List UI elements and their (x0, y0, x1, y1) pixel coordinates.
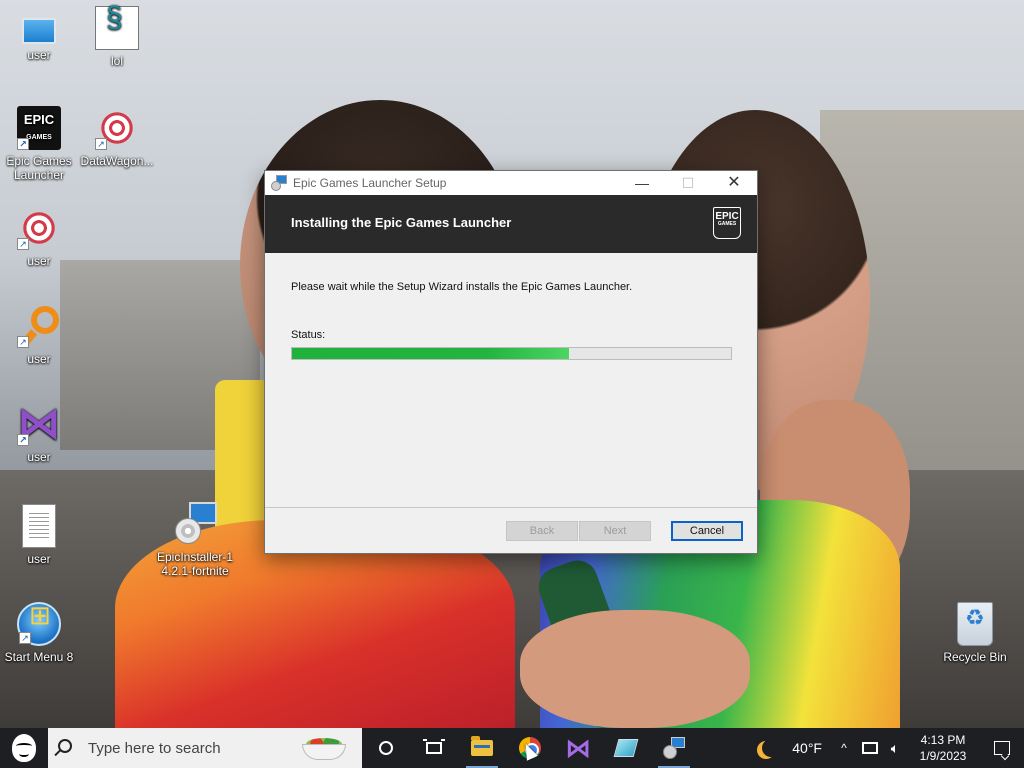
dialog-content: Please wait while the Setup Wizard insta… (265, 253, 757, 507)
desktop-icon-label: EpicInstaller-14.2.1-fortnite (156, 550, 234, 578)
desktop-icon-this-pc[interactable]: user (0, 10, 78, 62)
desktop-icon-label: Epic Games Launcher (6, 154, 72, 182)
start-button[interactable] (0, 728, 48, 768)
network-icon[interactable] (862, 742, 878, 754)
visual-studio-icon: ⋈ ↗ (17, 399, 61, 448)
dialog-header: Installing the Epic Games Launcher EPIC … (265, 195, 757, 253)
installer-icon (171, 502, 219, 546)
salad-bowl-icon (300, 734, 350, 762)
clock-date: 1/9/2023 (919, 749, 967, 763)
pen-icon (613, 739, 639, 757)
desktop-icon-label: user (27, 352, 51, 366)
progress-fill (292, 348, 569, 359)
taskbar: Type here to search ⋈ 40°F ^ 🔈︎ 4:13 PM … (0, 728, 1024, 768)
back-button: Back (506, 521, 578, 541)
dialog-titlebar[interactable]: Epic Games Launcher Setup — ☐ ✕ (265, 171, 757, 195)
file-explorer-icon (471, 736, 493, 756)
epic-games-icon: EPIC GAMES ↗ (17, 106, 61, 150)
chevron-up-icon[interactable]: ^ (832, 741, 856, 755)
clock-time: 4:13 PM (920, 733, 966, 747)
shortcut-arrow-icon: ↗ (95, 138, 107, 150)
desktop-icon-lol[interactable]: lol (78, 6, 156, 68)
notification-icon (994, 741, 1010, 755)
shortcut-arrow-icon: ↗ (17, 434, 29, 446)
search-icon (58, 739, 72, 753)
volume-icon[interactable]: 🔈︎ (884, 740, 906, 757)
desktop-icon-text-document[interactable]: user (0, 504, 78, 566)
desktop-icon-epic-games[interactable]: EPIC GAMES ↗ Epic Games Launcher (0, 106, 78, 182)
weather-temperature: 40°F (792, 740, 822, 756)
task-view-button[interactable] (410, 728, 458, 768)
install-progress-bar (291, 347, 732, 360)
datawagon-icon: ↗ (17, 206, 61, 250)
desktop-icon-label: Recycle Bin (943, 650, 1007, 664)
installer-taskbar-button[interactable] (650, 728, 698, 768)
status-label: Status: (291, 329, 326, 341)
maximize-button: ☐ (681, 175, 695, 191)
install-message: Please wait while the Setup Wizard insta… (291, 281, 633, 293)
task-view-icon (423, 739, 445, 754)
taskbar-clock[interactable]: 4:13 PM 1/9/2023 (906, 732, 980, 764)
shortcut-arrow-icon: ↗ (17, 238, 29, 250)
desktop-icon-label: lol (110, 54, 123, 68)
dialog-window-title: Epic Games Launcher Setup (293, 176, 447, 190)
installer-icon (662, 736, 686, 760)
visual-studio-button[interactable]: ⋈ (554, 728, 602, 768)
windows7-orb-icon: ↗ (17, 602, 61, 646)
desktop-icon-label: user (27, 48, 51, 62)
desktop-icon-label: user (27, 552, 51, 566)
cortana-button[interactable] (362, 728, 410, 768)
desktop-icon-datawagon[interactable]: ↗ DataWagon... (78, 106, 156, 168)
system-tray: ^ 🔈︎ (832, 740, 906, 757)
wallpaper-hand (520, 610, 750, 728)
desktop-icon-datawagon-2[interactable]: ↗ user (0, 206, 78, 268)
shortcut-arrow-icon: ↗ (19, 632, 31, 644)
desktop-icon-label: Start Menu 8 (4, 650, 74, 664)
close-button[interactable]: ✕ (711, 171, 757, 195)
cortana-icon (379, 741, 393, 755)
search-placeholder: Type here to search (88, 739, 221, 757)
desktop-icon-recycle-bin[interactable]: Recycle Bin (936, 602, 1014, 664)
magnifier-icon: ↗ (17, 304, 61, 348)
desktop-icon-magnifier[interactable]: ↗ user (0, 304, 78, 366)
desktop-icon-label: DataWagon... (80, 154, 154, 168)
cancel-button[interactable]: Cancel (671, 521, 743, 541)
logo-subtext: GAMES (717, 221, 737, 227)
file-explorer-button[interactable] (458, 728, 506, 768)
desktop-icon-epic-installer[interactable]: EpicInstaller-14.2.1-fortnite (155, 502, 235, 578)
epic-games-logo-icon: EPIC GAMES (713, 207, 741, 239)
minimize-button[interactable]: — (619, 171, 665, 195)
visual-studio-icon: ⋈ (565, 733, 591, 763)
next-button: Next (579, 521, 651, 541)
dialog-header-title: Installing the Epic Games Launcher (291, 215, 512, 230)
desktop-icon-label: user (27, 450, 51, 464)
text-document-icon (22, 504, 56, 548)
dialog-footer: Back Next Cancel (265, 508, 757, 553)
mask-icon (12, 734, 36, 762)
shortcut-arrow-icon: ↗ (17, 336, 29, 348)
shortcut-arrow-icon: ↗ (17, 138, 29, 150)
moon-icon (762, 739, 780, 757)
script-icon (95, 6, 139, 50)
pen-app-button[interactable] (602, 728, 650, 768)
desktop-icon-label: user (27, 254, 51, 268)
desktop-icon-visual-studio[interactable]: ⋈ ↗ user (0, 402, 78, 464)
taskbar-search-box[interactable]: Type here to search (48, 728, 362, 768)
monitor-icon (22, 18, 56, 44)
installer-icon (271, 175, 287, 191)
datawagon-icon: ↗ (95, 106, 139, 150)
recycle-bin-icon (957, 602, 993, 646)
weather-widget[interactable]: 40°F (756, 739, 822, 757)
desktop-icon-start-menu-8[interactable]: ↗ Start Menu 8 (0, 602, 78, 664)
notification-center-button[interactable] (980, 728, 1024, 768)
setup-dialog[interactable]: Epic Games Launcher Setup — ☐ ✕ Installi… (264, 170, 758, 554)
